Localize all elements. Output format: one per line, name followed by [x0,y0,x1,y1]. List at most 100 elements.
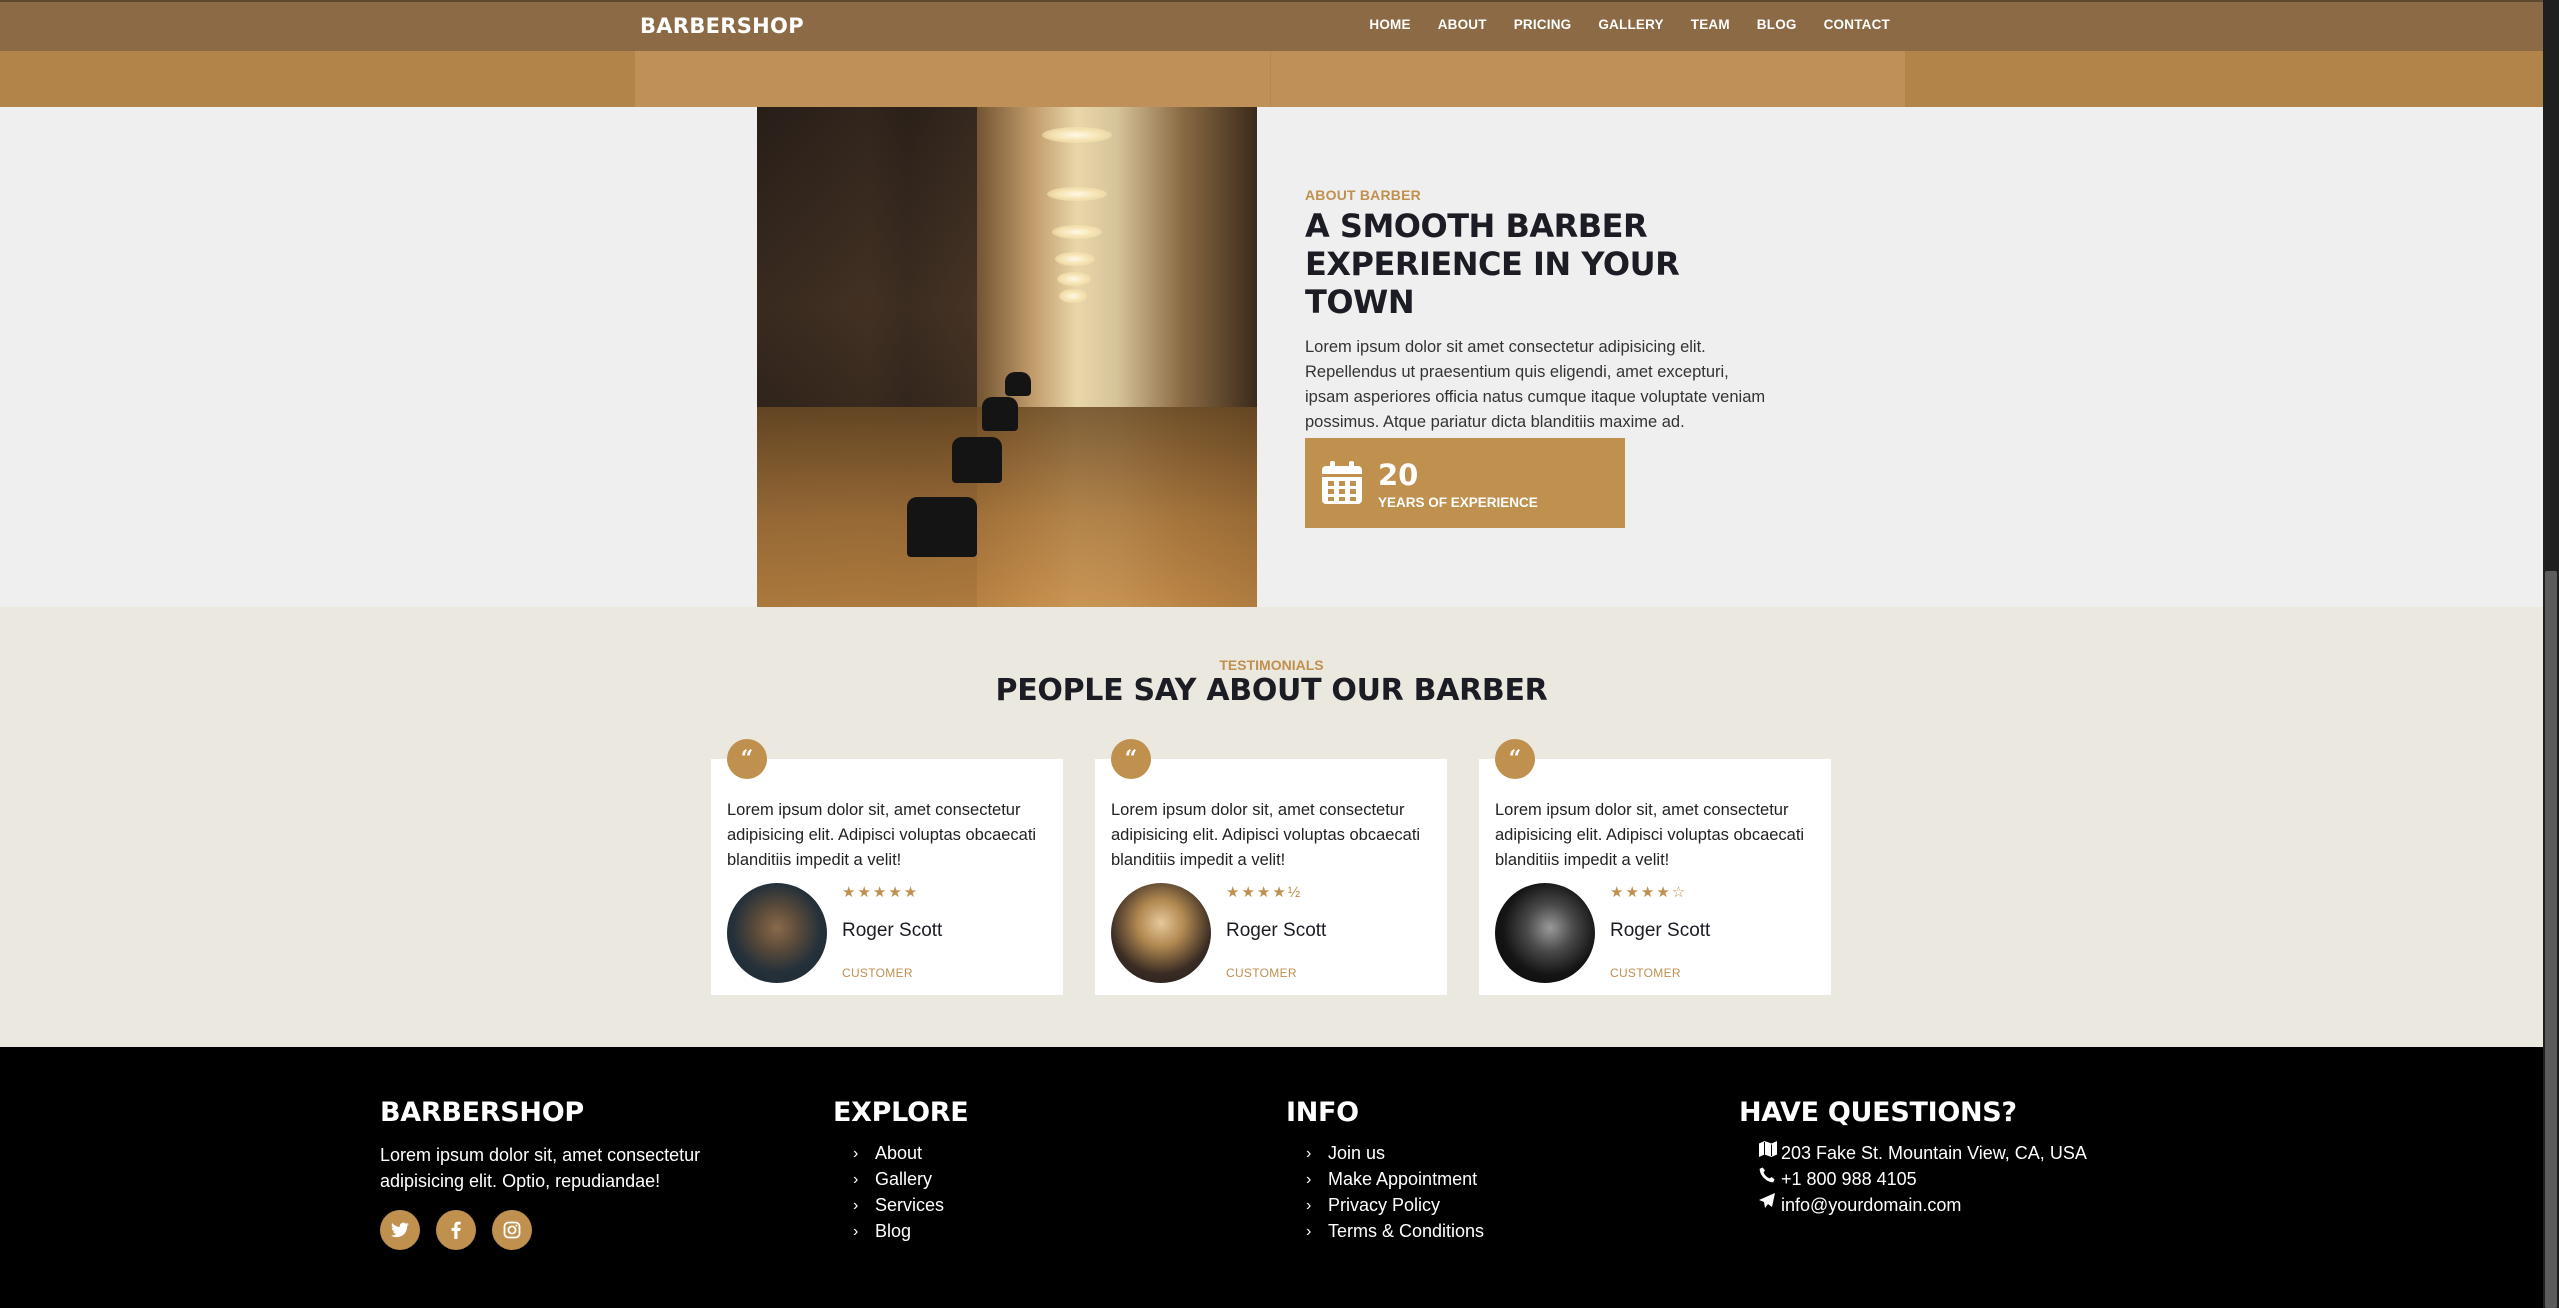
chevron-right-icon: › [1306,1223,1312,1240]
nav-link-team[interactable]: TEAM [1691,17,1730,32]
photo-lamp [1059,289,1087,303]
testimonial-card: “ Lorem ipsum dolor sit, amet consectetu… [1479,739,1831,995]
testimonial-card: “ Lorem ipsum dolor sit, amet consectetu… [1095,739,1447,995]
rating-stars: ★★★★☆ [1610,884,1688,901]
paper-plane-icon [1759,1192,1779,1218]
about-text-block: ABOUT BARBER A SMOOTH BARBER EXPERIENCE … [1305,187,1775,435]
footer-brand-heading: BARBERSHOP [380,1097,584,1128]
testimonial-role: CUSTOMER [842,966,913,980]
instagram-icon[interactable] [492,1210,532,1250]
page-scrollbar[interactable] [2543,0,2559,1308]
avatar [727,883,827,983]
footer-address-text: 203 Fake St. Mountain View, CA, USA [1781,1143,2087,1163]
footer-link-make-appointment[interactable]: › Make Appointment [1306,1166,1484,1192]
about-eyebrow: ABOUT BARBER [1305,187,1421,203]
twitter-icon[interactable] [380,1210,420,1250]
nav-links: HOME ABOUT PRICING GALLERY TEAM BLOG CON… [1342,17,1890,32]
footer-link-label: Privacy Policy [1328,1195,1441,1215]
testimonial-card: “ Lorem ipsum dolor sit, amet consectetu… [711,739,1063,995]
footer-link-privacy-policy[interactable]: › Privacy Policy [1306,1192,1484,1218]
chevron-right-icon: › [853,1197,859,1214]
footer-info-list: › Join us › Make Appointment › Privacy Poli… [1286,1140,1484,1244]
experience-label: YEARS OF EXPERIENCE [1378,495,1538,510]
footer-info-column: INFO › Join us › Make Appointment › Privacy… [1286,1097,1484,1244]
footer-questions-column: HAVE QUESTIONS? 203 Fake St. Mountain Vi… [1739,1097,2087,1218]
footer-link-label: Gallery [875,1169,933,1189]
testimonial-name: Roger Scott [842,920,943,941]
testimonial-role: CUSTOMER [1610,966,1681,980]
photo-chair [907,497,977,557]
chevron-right-icon: › [1306,1145,1312,1162]
chevron-right-icon: › [853,1145,859,1162]
photo-floor [757,407,1257,607]
footer-link-label: Services [875,1195,945,1215]
photo-chair [982,397,1018,431]
footer-link-services[interactable]: › Services [853,1192,968,1218]
photo-lamp [1052,225,1102,239]
nav-link-blog[interactable]: BLOG [1757,17,1797,32]
footer-info-heading: INFO [1286,1097,1359,1128]
quote-icon: “ [727,739,767,779]
footer-explore-list: › About › Gallery › Services › Blog [833,1140,968,1244]
photo-chair [1005,372,1031,396]
chevron-right-icon: › [1306,1171,1312,1188]
testimonials-eyebrow: TESTIMONIALS [1219,657,1324,673]
footer-explore-heading: EXPLORE [833,1097,969,1128]
about-title: A SMOOTH BARBER EXPERIENCE IN YOUR TOWN [1305,207,1680,321]
footer-questions-heading: HAVE QUESTIONS? [1739,1097,2017,1128]
photo-lamp [1057,272,1091,286]
chevron-right-icon: › [853,1171,859,1188]
phone-icon [1759,1166,1779,1192]
about-body: Lorem ipsum dolor sit amet consectetur a… [1305,338,1766,431]
footer-link-blog[interactable]: › Blog [853,1218,968,1244]
chevron-right-icon: › [853,1223,859,1240]
footer-phone[interactable]: +1 800 988 4105 [1759,1166,2087,1192]
map-icon [1759,1140,1779,1166]
testimonials-title: PEOPLE SAY ABOUT OUR BARBER [995,673,1548,708]
footer-link-label: Terms & Conditions [1328,1221,1485,1241]
navbar: BARBERSHOP HOME ABOUT PRICING GALLERY TE… [0,0,2543,51]
footer-link-join-us[interactable]: › Join us [1306,1140,1484,1166]
avatar [1495,883,1595,983]
nav-link-gallery[interactable]: GALLERY [1598,17,1663,32]
footer-link-gallery[interactable]: › Gallery [853,1166,968,1192]
nav-link-about[interactable]: ABOUT [1438,17,1487,32]
testimonials-section: TESTIMONIALS PEOPLE SAY ABOUT OUR BARBER… [0,607,2543,1047]
testimonial-role: CUSTOMER [1226,966,1297,980]
testimonial-name: Roger Scott [1610,920,1711,941]
footer-link-about[interactable]: › About [853,1140,968,1166]
testimonial-text: Lorem ipsum dolor sit, amet consectetur … [1111,801,1421,869]
photo-chair [952,437,1002,483]
nav-link-pricing[interactable]: PRICING [1514,17,1572,32]
calendar-icon [1322,461,1362,504]
testimonial-name: Roger Scott [1226,920,1327,941]
footer-link-label: Make Appointment [1328,1169,1478,1189]
footer-contact-list: 203 Fake St. Mountain View, CA, USA +1 8… [1739,1140,2087,1218]
quote-icon: “ [1111,739,1151,779]
rating-stars: ★★★★½ [1226,884,1303,901]
rating-stars: ★★★★★ [842,884,920,901]
nav-link-home[interactable]: HOME [1369,17,1410,32]
about-section: ABOUT BARBER A SMOOTH BARBER EXPERIENCE … [0,107,2543,607]
nav-link-contact[interactable]: CONTACT [1824,17,1890,32]
facebook-icon[interactable] [436,1210,476,1250]
photo-lamp [1055,252,1095,266]
footer: BARBERSHOP Lorem ipsum dolor sit, amet c… [0,1047,2543,1308]
testimonial-text: Lorem ipsum dolor sit, amet consectetur … [727,801,1037,869]
footer-link-label: Blog [875,1221,912,1241]
footer-link-terms[interactable]: › Terms & Conditions [1306,1218,1484,1244]
footer-brand-column: BARBERSHOP Lorem ipsum dolor sit, amet c… [380,1097,780,1250]
scrollbar-thumb[interactable] [2545,571,2557,1308]
footer-email-text: info@yourdomain.com [1781,1195,1962,1215]
footer-link-label: About [875,1143,923,1163]
experience-number: 20 [1378,458,1419,492]
footer-email[interactable]: info@yourdomain.com [1759,1192,2087,1218]
footer-link-label: Join us [1328,1143,1386,1163]
testimonial-text: Lorem ipsum dolor sit, amet consectetur … [1495,801,1805,869]
experience-box: 20 YEARS OF EXPERIENCE [1305,438,1625,528]
quote-icon: “ [1495,739,1535,779]
photo-lamp [1047,187,1107,201]
chevron-right-icon: › [1306,1197,1312,1214]
barbershop-interior-photo [757,107,1257,607]
brand-logo[interactable]: BARBERSHOP [640,14,804,38]
